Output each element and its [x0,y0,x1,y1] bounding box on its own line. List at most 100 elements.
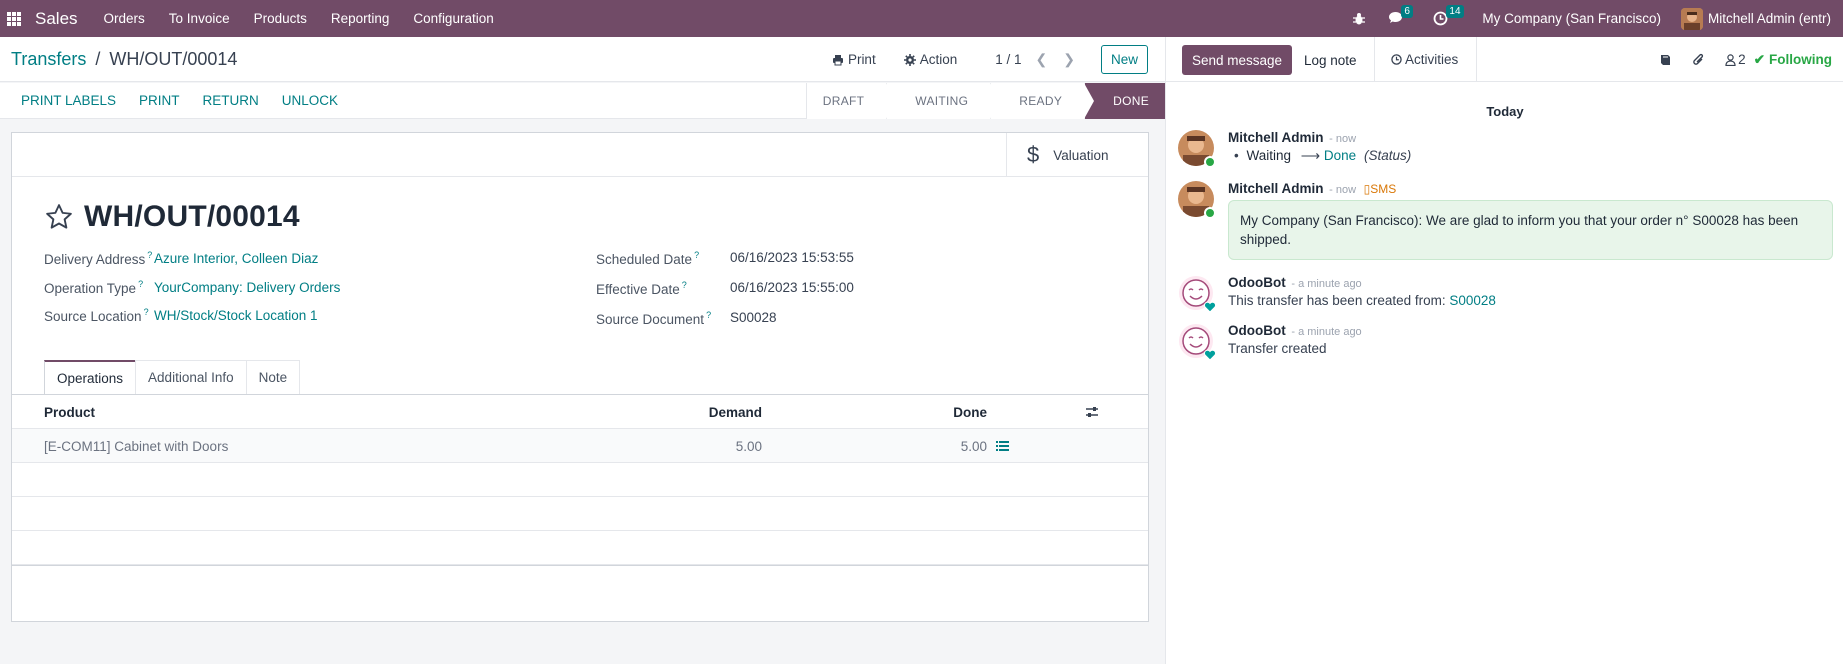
scheduled-date-value[interactable]: 06/16/2023 15:53:55 [730,250,854,265]
chatter-panel: Send message Log note Activities 2 ✔ Fol… [1165,37,1843,664]
field-scheduled-date: Scheduled Date? [596,250,699,267]
print-labels-button[interactable]: PRINT LABELS [21,93,116,108]
following-button[interactable]: ✔ Following [1754,52,1832,68]
source-document-label: Source Document? [596,310,712,327]
menu-to-invoice[interactable]: To Invoice [169,11,230,26]
return-button[interactable]: RETURN [203,93,259,108]
action-menu-button[interactable]: Action [903,52,958,67]
column-demand[interactable]: Demand [612,395,762,429]
source-document-value[interactable]: S00028 [730,310,777,325]
message-time: - now [1329,133,1357,145]
user-avatar[interactable] [1680,7,1703,30]
top-navbar: Sales Orders To Invoice Products Reporti… [0,0,1843,37]
star-icon[interactable] [44,202,74,232]
paperclip-icon[interactable] [1692,53,1705,67]
column-done[interactable]: Done [837,395,987,429]
tracking-field-name: (Status) [1363,148,1412,163]
app-name[interactable]: Sales [35,9,78,29]
row-product[interactable]: [E-COM11] Cabinet with Doors [44,429,228,463]
field-effective-date: Effective Date? [596,280,687,297]
tab-note[interactable]: Note [245,360,301,394]
company-switcher[interactable]: My Company (San Francisco) [1482,11,1661,26]
status-bar: PRINT LABELS PRINT RETURN UNLOCK DRAFT W… [0,83,1165,119]
messages-badge: 6 [1401,5,1413,18]
stage-ready[interactable]: READY [990,83,1094,119]
tab-additional-info[interactable]: Additional Info [135,360,247,394]
menu-products[interactable]: Products [254,11,307,26]
effective-date-label: Effective Date? [596,280,687,297]
control-panel: Transfers / WH/OUT/00014 Print Action 1 … [0,37,1165,82]
row-done[interactable]: 5.00 [837,429,987,463]
tab-operations[interactable]: Operations [44,360,137,395]
printer-icon [832,54,843,65]
send-message-button[interactable]: Send message [1182,45,1293,75]
menu-configuration[interactable]: Configuration [413,11,493,26]
print-menu-button[interactable]: Print [832,52,876,67]
stage-waiting[interactable]: WAITING [886,83,1001,119]
menu-reporting[interactable]: Reporting [331,11,390,26]
message-author[interactable]: Mitchell Admin [1228,181,1324,196]
action-label: Action [919,52,958,67]
log-note-button[interactable]: Log note [1304,45,1357,75]
record-title: WH/OUT/00014 [84,200,300,233]
user-icon [1725,53,1736,66]
valuation-button[interactable]: $ Valuation [1006,133,1148,177]
pager-previous-icon[interactable]: ❮ [1036,51,1048,68]
form-view: Transfers / WH/OUT/00014 Print Action 1 … [0,37,1165,664]
date-separator: Today [1486,104,1524,119]
print-button[interactable]: PRINT [139,93,180,108]
source-location-value[interactable]: WH/Stock/Stock Location 1 [154,308,318,323]
stage-done[interactable]: DONE [1084,83,1165,119]
message-text: Transfer created [1228,341,1327,356]
operation-type-value[interactable]: YourCompany: Delivery Orders [154,280,340,295]
unlock-button[interactable]: UNLOCK [282,93,338,108]
heart-icon [1204,349,1216,361]
debug-bug-icon[interactable] [1352,0,1366,37]
tracking-value: • Waiting ⟶ Done (Status) [1234,148,1833,164]
activities-label: Activities [1405,52,1459,67]
online-status-dot [1204,156,1216,168]
messages-icon[interactable]: 6 [1388,0,1413,37]
delivery-address-value[interactable]: Azure Interior, Colleen Diaz [154,251,318,266]
activities-button[interactable]: Activities [1374,37,1478,82]
pager-value[interactable]: 1 / 1 [995,52,1021,67]
following-label: Following [1769,52,1832,67]
new-button[interactable]: New [1100,45,1148,74]
activities-badge: 14 [1446,5,1464,18]
scheduled-date-label: Scheduled Date? [596,250,700,267]
apps-menu-icon[interactable] [7,11,21,26]
source-order-link[interactable]: S00028 [1449,293,1496,308]
table-row[interactable]: [E-COM11] Cabinet with Doors 5.00 5.00 [12,429,1148,463]
breadcrumb-transfers[interactable]: Transfers [11,49,86,69]
sms-badge: ▯SMS [1363,182,1397,196]
breadcrumb: Transfers / WH/OUT/00014 [11,49,237,70]
gear-icon [903,53,916,66]
message-author[interactable]: OdooBot [1228,323,1286,338]
user-menu[interactable]: Mitchell Admin (entr) [1708,11,1831,26]
breadcrumb-current: WH/OUT/00014 [109,48,238,69]
table-footer-line [12,565,1148,567]
menu-orders[interactable]: Orders [104,11,145,26]
stage-draft[interactable]: DRAFT [805,83,896,119]
delivery-address-label: Delivery Address? [44,250,153,267]
effective-date-value[interactable]: 06/16/2023 15:55:00 [730,280,854,295]
field-operation-type: Operation Type? [44,279,143,296]
knowledge-book-icon[interactable] [1659,53,1672,66]
table-header: Product Demand Done [12,395,1148,429]
pager-next-icon[interactable]: ❯ [1063,51,1075,68]
chatter-topbar: Send message Log note Activities 2 ✔ Fol… [1166,37,1843,82]
followers-button[interactable]: 2 [1725,52,1746,67]
message-author[interactable]: OdooBot [1228,275,1286,290]
print-label: Print [847,52,876,67]
message-time: - a minute ago [1291,278,1362,290]
detailed-operations-list-icon[interactable] [996,429,1009,463]
message-author[interactable]: Mitchell Admin [1228,130,1324,145]
operations-table: Product Demand Done [E-COM11] Cabinet wi… [12,395,1148,565]
source-location-label: Source Location? [44,307,149,324]
operation-type-label: Operation Type? [44,279,144,296]
activities-clock-icon[interactable]: 14 [1433,0,1464,37]
optional-columns-toggle-icon[interactable] [1085,395,1099,429]
dollar-icon: $ [1027,142,1040,167]
column-product[interactable]: Product [44,395,95,429]
row-demand[interactable]: 5.00 [612,429,762,463]
